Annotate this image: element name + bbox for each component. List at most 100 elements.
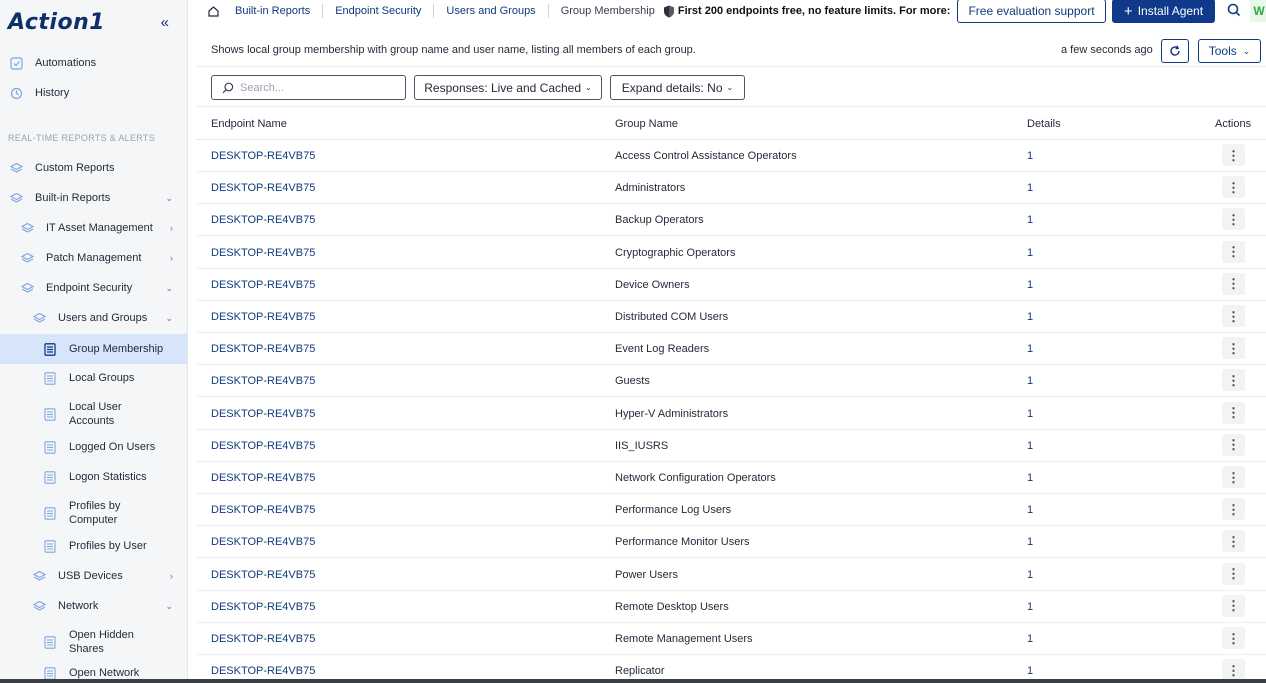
details-link[interactable]: 1 bbox=[1027, 472, 1033, 484]
column-header-group-name[interactable]: Group Name bbox=[615, 118, 678, 130]
endpoint-name-link[interactable]: DESKTOP-RE4VB75 bbox=[211, 536, 315, 548]
search-icon[interactable] bbox=[1227, 3, 1241, 17]
details-link[interactable]: 1 bbox=[1027, 601, 1033, 613]
responses-dropdown[interactable]: Responses: Live and Cached ⌄ bbox=[414, 75, 602, 100]
endpoint-name-link[interactable]: DESKTOP-RE4VB75 bbox=[211, 343, 315, 355]
endpoint-name-link[interactable]: DESKTOP-RE4VB75 bbox=[211, 247, 315, 259]
kebab-menu-icon: ⋮ bbox=[1227, 566, 1240, 582]
avatar[interactable]: W bbox=[1250, 0, 1266, 22]
row-actions-button[interactable]: ⋮ bbox=[1222, 272, 1245, 295]
details-link[interactable]: 1 bbox=[1027, 279, 1033, 291]
breadcrumb-users-and-groups[interactable]: Users and Groups bbox=[446, 5, 535, 17]
table-row: DESKTOP-RE4VB75 Performance Log Users 1 ⋮ bbox=[196, 494, 1266, 527]
sidebar-item-built-in-reports[interactable]: Built-in Reports ⌄ bbox=[0, 188, 187, 208]
search-input[interactable] bbox=[240, 81, 400, 94]
endpoint-name-link[interactable]: DESKTOP-RE4VB75 bbox=[211, 150, 315, 162]
sidebar-item-label: Local Groups bbox=[69, 372, 135, 384]
kebab-menu-icon: ⋮ bbox=[1227, 598, 1240, 614]
endpoint-name-link[interactable]: DESKTOP-RE4VB75 bbox=[211, 311, 315, 323]
row-actions-button[interactable]: ⋮ bbox=[1222, 530, 1245, 553]
sidebar-item-it-asset-management[interactable]: IT Asset Management › bbox=[0, 218, 187, 238]
column-header-endpoint-name[interactable]: Endpoint Name bbox=[211, 118, 287, 130]
endpoint-name-link[interactable]: DESKTOP-RE4VB75 bbox=[211, 375, 315, 387]
details-link[interactable]: 1 bbox=[1027, 375, 1033, 387]
details-link[interactable]: 1 bbox=[1027, 247, 1033, 259]
refresh-button[interactable] bbox=[1161, 39, 1189, 63]
details-link[interactable]: 1 bbox=[1027, 214, 1033, 226]
endpoint-name-link[interactable]: DESKTOP-RE4VB75 bbox=[211, 279, 315, 291]
details-link[interactable]: 1 bbox=[1027, 633, 1033, 645]
sidebar-item-users-and-groups[interactable]: Users and Groups ⌄ bbox=[0, 308, 187, 328]
group-name-cell: Power Users bbox=[615, 568, 678, 581]
endpoint-name-link[interactable]: DESKTOP-RE4VB75 bbox=[211, 408, 315, 420]
sidebar-item-open-hidden-shares[interactable]: Open Hidden Shares bbox=[0, 627, 187, 657]
endpoint-name-link[interactable]: DESKTOP-RE4VB75 bbox=[211, 601, 315, 613]
sidebar-item-profiles-by-user[interactable]: Profiles by User bbox=[0, 536, 187, 556]
kebab-menu-icon: ⋮ bbox=[1227, 276, 1240, 292]
row-actions-button[interactable]: ⋮ bbox=[1222, 627, 1245, 649]
details-link[interactable]: 1 bbox=[1027, 311, 1033, 323]
sidebar-item-local-groups[interactable]: Local Groups bbox=[0, 368, 187, 388]
endpoint-name-link[interactable]: DESKTOP-RE4VB75 bbox=[211, 633, 315, 645]
endpoint-name-link[interactable]: DESKTOP-RE4VB75 bbox=[211, 440, 315, 452]
row-actions-button[interactable]: ⋮ bbox=[1222, 144, 1245, 166]
endpoint-name-link[interactable]: DESKTOP-RE4VB75 bbox=[211, 182, 315, 194]
breadcrumb-built-in-reports[interactable]: Built-in Reports bbox=[235, 5, 310, 17]
row-actions-button[interactable]: ⋮ bbox=[1222, 176, 1245, 199]
sidebar-item-group-membership[interactable]: Group Membership bbox=[0, 334, 187, 364]
details-link[interactable]: 1 bbox=[1027, 440, 1033, 452]
row-actions-button[interactable]: ⋮ bbox=[1222, 401, 1245, 424]
details-link[interactable]: 1 bbox=[1027, 504, 1033, 516]
sidebar-item-usb-devices[interactable]: USB Devices › bbox=[0, 566, 187, 586]
details-link[interactable]: 1 bbox=[1027, 150, 1033, 162]
row-actions-button[interactable]: ⋮ bbox=[1222, 305, 1245, 327]
install-agent-button[interactable]: + Install Agent bbox=[1112, 0, 1215, 23]
row-actions-button[interactable]: ⋮ bbox=[1222, 337, 1245, 360]
details-link[interactable]: 1 bbox=[1027, 665, 1033, 677]
sidebar-item-custom-reports[interactable]: Custom Reports bbox=[0, 158, 187, 178]
row-actions-button[interactable]: ⋮ bbox=[1222, 498, 1245, 521]
breadcrumb-group-membership: Group Membership bbox=[560, 5, 655, 17]
endpoint-name-link[interactable]: DESKTOP-RE4VB75 bbox=[211, 504, 315, 516]
details-link[interactable]: 1 bbox=[1027, 536, 1033, 548]
sidebar-item-endpoint-security[interactable]: Endpoint Security ⌄ bbox=[0, 278, 187, 298]
kebab-menu-icon: ⋮ bbox=[1227, 147, 1240, 163]
home-icon[interactable] bbox=[208, 5, 219, 17]
row-actions-button[interactable]: ⋮ bbox=[1222, 433, 1245, 456]
free-evaluation-support-button[interactable]: Free evaluation support bbox=[957, 0, 1106, 23]
sidebar-item-network[interactable]: Network ⌄ bbox=[0, 596, 187, 616]
endpoint-name-link[interactable]: DESKTOP-RE4VB75 bbox=[211, 665, 315, 677]
breadcrumb-endpoint-security[interactable]: Endpoint Security bbox=[335, 5, 421, 17]
search-field[interactable] bbox=[211, 75, 406, 100]
sidebar-item-patch-management[interactable]: Patch Management › bbox=[0, 248, 187, 268]
sidebar-item-logged-on-users[interactable]: Logged On Users bbox=[0, 437, 187, 457]
app-logo[interactable]: Action1 bbox=[8, 10, 105, 35]
tools-button[interactable]: Tools ⌄ bbox=[1198, 39, 1261, 63]
sidebar-item-label: Logged On Users bbox=[69, 441, 156, 453]
row-actions-button[interactable]: ⋮ bbox=[1222, 562, 1245, 585]
promo-text: First 200 endpoints free, no feature lim… bbox=[677, 5, 951, 17]
details-link[interactable]: 1 bbox=[1027, 343, 1033, 355]
row-actions-button[interactable]: ⋮ bbox=[1222, 659, 1245, 682]
sidebar-item-history[interactable]: History bbox=[0, 83, 187, 103]
sidebar-item-automations[interactable]: Automations bbox=[0, 53, 187, 73]
details-link[interactable]: 1 bbox=[1027, 408, 1033, 420]
row-actions-button[interactable]: ⋮ bbox=[1222, 240, 1245, 263]
row-actions-button[interactable]: ⋮ bbox=[1222, 594, 1245, 617]
details-link[interactable]: 1 bbox=[1027, 569, 1033, 581]
breadcrumb-divider bbox=[322, 4, 324, 18]
endpoint-name-link[interactable]: DESKTOP-RE4VB75 bbox=[211, 214, 315, 226]
expand-details-dropdown[interactable]: Expand details: No ⌄ bbox=[610, 75, 745, 100]
sidebar-item-logon-statistics[interactable]: Logon Statistics bbox=[0, 467, 187, 487]
sidebar-item-profiles-by-computer[interactable]: Profiles by Computer bbox=[0, 498, 187, 528]
row-actions-button[interactable]: ⋮ bbox=[1222, 466, 1245, 488]
row-actions-button[interactable]: ⋮ bbox=[1222, 369, 1245, 392]
column-header-details[interactable]: Details bbox=[1027, 118, 1061, 130]
row-actions-button[interactable]: ⋮ bbox=[1222, 208, 1245, 231]
collapse-sidebar-icon[interactable]: « bbox=[161, 14, 169, 31]
document-icon bbox=[43, 342, 57, 356]
endpoint-name-link[interactable]: DESKTOP-RE4VB75 bbox=[211, 472, 315, 484]
sidebar-item-local-user-accounts[interactable]: Local User Accounts bbox=[0, 399, 187, 429]
details-link[interactable]: 1 bbox=[1027, 182, 1033, 194]
endpoint-name-link[interactable]: DESKTOP-RE4VB75 bbox=[211, 569, 315, 581]
